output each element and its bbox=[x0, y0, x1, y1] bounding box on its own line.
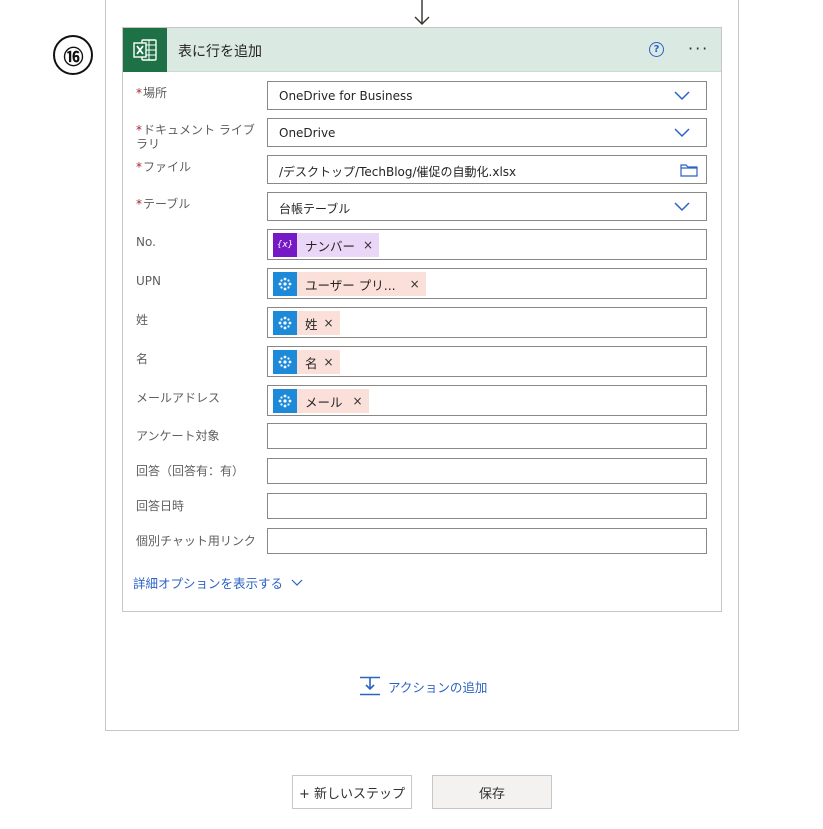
field-label-email: メールアドレス bbox=[136, 391, 221, 405]
remove-token-icon[interactable]: × bbox=[363, 238, 373, 252]
dynamic-content-token[interactable]: メール × bbox=[273, 389, 369, 413]
chevron-down-icon bbox=[674, 91, 690, 101]
add-action-label: アクションの追加 bbox=[388, 679, 488, 695]
field-label-file: *ファイル bbox=[136, 160, 192, 174]
upn-input[interactable]: ユーザー プリ... × bbox=[267, 268, 707, 299]
add-action-icon bbox=[360, 676, 380, 696]
answer-date-input[interactable] bbox=[267, 493, 707, 519]
add-action-button[interactable]: アクションの追加 bbox=[359, 676, 487, 696]
last-name-input[interactable]: 姓 × bbox=[267, 307, 707, 338]
field-label-library: *ドキュメント ライブラリ bbox=[136, 123, 255, 151]
field-label-location: *場所 bbox=[136, 86, 168, 100]
office365-users-icon bbox=[273, 350, 297, 374]
excel-icon bbox=[123, 28, 167, 72]
dynamic-content-token[interactable]: 名 × bbox=[273, 350, 340, 374]
field-label-survey: アンケート対象 bbox=[136, 429, 220, 443]
office365-users-icon bbox=[273, 311, 297, 335]
field-label-answer: 回答（回答有：有） bbox=[136, 464, 245, 478]
field-label-table: *テーブル bbox=[136, 197, 191, 211]
answer-input[interactable] bbox=[267, 458, 707, 484]
card-header[interactable]: 表に行を追加 ? ··· bbox=[123, 28, 721, 72]
location-dropdown[interactable]: OneDrive for Business bbox=[267, 81, 707, 110]
library-value: OneDrive bbox=[279, 126, 336, 140]
field-label-chat-link: 個別チャット用リンク bbox=[136, 534, 256, 548]
variable-token[interactable]: {x} ナンバー × bbox=[273, 233, 380, 257]
field-label-upn: UPN bbox=[136, 274, 161, 288]
field-label-first-name: 名 bbox=[136, 352, 149, 366]
remove-token-icon[interactable]: × bbox=[410, 277, 420, 291]
add-row-action-card: 表に行を追加 ? ··· *場所 OneDrive for Business *… bbox=[122, 27, 722, 612]
chat-link-input[interactable] bbox=[267, 528, 707, 554]
email-input[interactable]: メール × bbox=[267, 385, 707, 416]
remove-token-icon[interactable]: × bbox=[324, 316, 334, 330]
no-input[interactable]: {x} ナンバー × bbox=[267, 229, 707, 260]
show-advanced-options-link[interactable]: 詳細オプションを表示する bbox=[133, 573, 303, 592]
arrow-down-icon bbox=[414, 0, 430, 25]
library-dropdown[interactable]: OneDrive bbox=[267, 118, 707, 147]
table-value: 台帳テーブル bbox=[279, 202, 351, 216]
file-value: /デスクトップ/TechBlog/催促の自動化.xlsx bbox=[279, 165, 517, 179]
dynamic-content-token[interactable]: 姓 × bbox=[273, 311, 340, 335]
field-label-answer-date: 回答日時 bbox=[136, 499, 185, 513]
office365-users-icon bbox=[273, 272, 297, 296]
remove-token-icon[interactable]: × bbox=[324, 355, 334, 369]
chevron-down-icon bbox=[674, 128, 690, 138]
remove-token-icon[interactable]: × bbox=[353, 394, 363, 408]
step-number-badge: ⑯ bbox=[53, 35, 93, 75]
office365-users-icon bbox=[273, 389, 297, 413]
chevron-down-icon bbox=[674, 202, 690, 212]
card-title: 表に行を追加 bbox=[178, 44, 262, 60]
help-icon[interactable]: ? bbox=[649, 42, 664, 57]
field-label-last-name: 姓 bbox=[136, 313, 149, 327]
table-dropdown[interactable]: 台帳テーブル bbox=[267, 192, 707, 221]
more-options-icon[interactable]: ··· bbox=[688, 39, 709, 58]
chevron-down-icon bbox=[291, 579, 303, 586]
folder-icon[interactable] bbox=[680, 163, 698, 177]
new-step-button[interactable]: + 新しいステップ bbox=[292, 775, 412, 809]
file-picker[interactable]: /デスクトップ/TechBlog/催促の自動化.xlsx bbox=[267, 155, 707, 184]
survey-input[interactable] bbox=[267, 423, 707, 449]
location-value: OneDrive for Business bbox=[279, 89, 413, 103]
first-name-input[interactable]: 名 × bbox=[267, 346, 707, 377]
save-button[interactable]: 保存 bbox=[432, 775, 552, 809]
field-label-no: No. bbox=[136, 235, 156, 249]
dynamic-content-token[interactable]: ユーザー プリ... × bbox=[273, 272, 426, 296]
variable-icon: {x} bbox=[273, 233, 297, 257]
